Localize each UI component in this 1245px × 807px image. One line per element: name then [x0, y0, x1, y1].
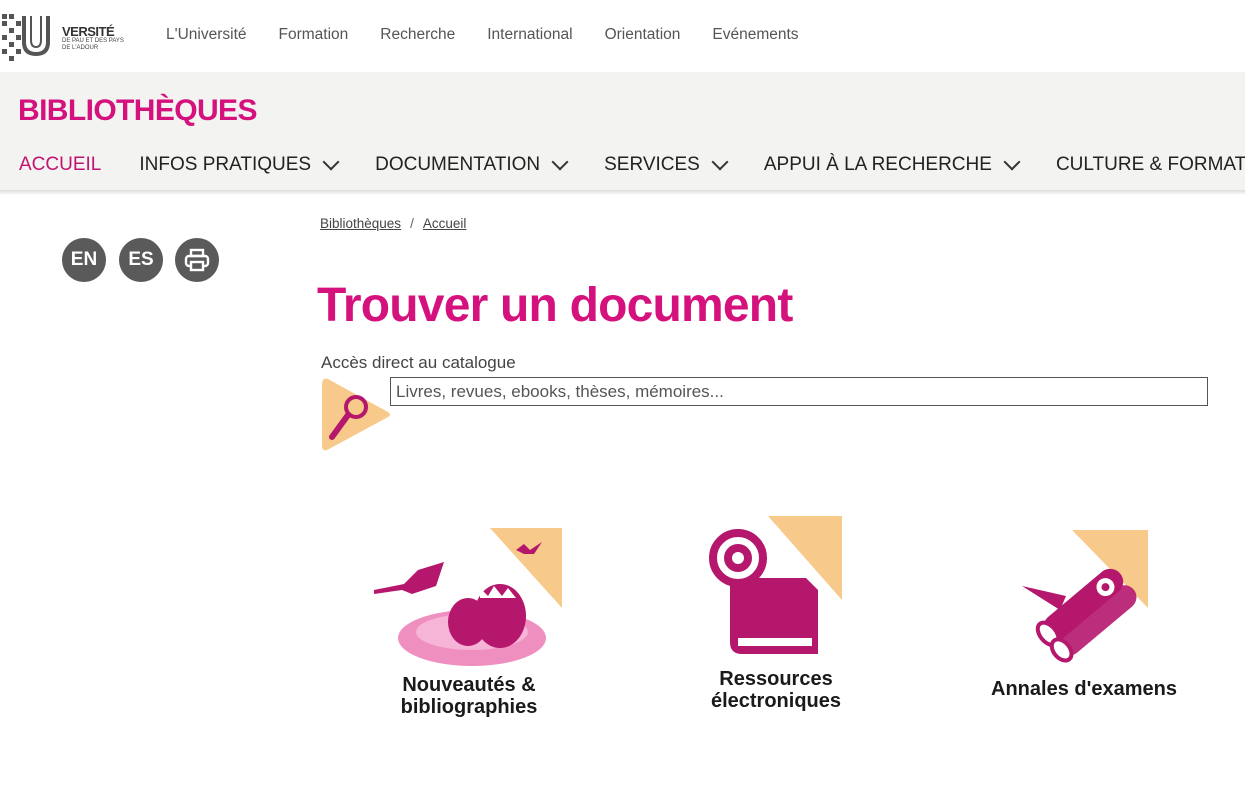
main-nav-label: CULTURE & FORMATION	[1055, 154, 1245, 175]
top-nav: L'Université Formation Recherche Interna…	[166, 26, 831, 44]
nest-eggs-icon	[374, 528, 562, 666]
logo-name: VERSITÉ	[62, 24, 115, 39]
top-nav-formation[interactable]: Formation	[279, 26, 349, 44]
main-nav-appui-recherche[interactable]: APPUI À LA RECHERCHE	[763, 153, 1021, 176]
site-title[interactable]: BIBLIOTHÈQUES	[18, 94, 257, 128]
main-nav-culture-formation[interactable]: CULTURE & FORMATION	[1056, 154, 1245, 176]
tile-label-line: Ressources	[719, 668, 833, 690]
tile-nouveautes[interactable]: Nouveautés & bibliographies	[372, 524, 566, 724]
main-nav-label: INFOS PRATIQUES	[139, 154, 312, 175]
tile-label-line: Annales d'examens	[991, 678, 1177, 700]
main-nav-services[interactable]: SERVICES	[604, 153, 729, 176]
main-nav-infos-pratiques[interactable]: INFOS PRATIQUES	[139, 153, 340, 176]
tile-ressources[interactable]: Ressources électroniques	[686, 514, 866, 714]
tile-nouveautes-label: Nouveautés & bibliographies	[372, 674, 566, 718]
search-icon	[322, 378, 390, 451]
top-nav-recherche[interactable]: Recherche	[380, 26, 455, 44]
tile-label-line: bibliographies	[400, 696, 538, 718]
catalog-label: Accès direct au catalogue	[321, 353, 516, 372]
print-button[interactable]	[175, 238, 219, 282]
university-logo[interactable]: VERSITÉ DE PAU ET DES PAYS DE L'ADOUR	[0, 10, 132, 62]
top-nav-international[interactable]: International	[487, 26, 572, 44]
top-nav-orientation[interactable]: Orientation	[605, 26, 681, 44]
chevron-down-icon	[551, 153, 569, 171]
search-button[interactable]	[320, 377, 392, 453]
logo-subtitle: DE PAU ET DES PAYS DE L'ADOUR	[62, 38, 124, 51]
language-en-button[interactable]: EN	[62, 238, 106, 282]
main-nav-accueil[interactable]: ACCUEIL	[19, 154, 101, 176]
email-book-icon	[709, 516, 842, 654]
main-nav-label: DOCUMENTATION	[375, 154, 541, 175]
language-es-button[interactable]: ES	[119, 238, 163, 282]
breadcrumb-separator: /	[410, 216, 414, 231]
chevron-down-icon	[1003, 153, 1021, 171]
top-nav-universite[interactable]: L'Université	[166, 26, 247, 44]
logo-mark-icon	[2, 14, 50, 61]
top-bar: VERSITÉ DE PAU ET DES PAYS DE L'ADOUR L'…	[0, 0, 1245, 72]
main-nav: ACCUEIL INFOS PRATIQUES DOCUMENTATION SE…	[19, 153, 1245, 176]
top-nav-evenements[interactable]: Evénements	[712, 26, 798, 44]
header-shadow	[0, 190, 1245, 195]
tile-annales-label: Annales d'examens	[986, 678, 1182, 700]
tile-annales[interactable]: Annales d'examens	[986, 528, 1182, 708]
tile-label-line: électroniques	[710, 690, 842, 712]
tile-ressources-label: Ressources électroniques	[686, 668, 866, 712]
main-nav-label: ACCUEIL	[19, 154, 102, 175]
chevron-down-icon	[711, 153, 729, 171]
main-nav-label: SERVICES	[604, 154, 700, 175]
main-nav-documentation[interactable]: DOCUMENTATION	[375, 153, 569, 176]
rolled-papers-icon	[1022, 530, 1148, 663]
catalog-search-input[interactable]	[390, 377, 1208, 406]
main-nav-label: APPUI À LA RECHERCHE	[763, 154, 992, 175]
breadcrumb-home-link[interactable]: Bibliothèques	[320, 216, 401, 231]
printer-icon	[184, 248, 210, 272]
breadcrumb-current-link[interactable]: Accueil	[423, 216, 467, 231]
tile-label-line: Nouveautés &	[402, 674, 536, 696]
page-title: Trouver un document	[317, 279, 793, 332]
chevron-down-icon	[322, 153, 340, 171]
breadcrumb: Bibliothèques / Accueil	[320, 216, 466, 231]
